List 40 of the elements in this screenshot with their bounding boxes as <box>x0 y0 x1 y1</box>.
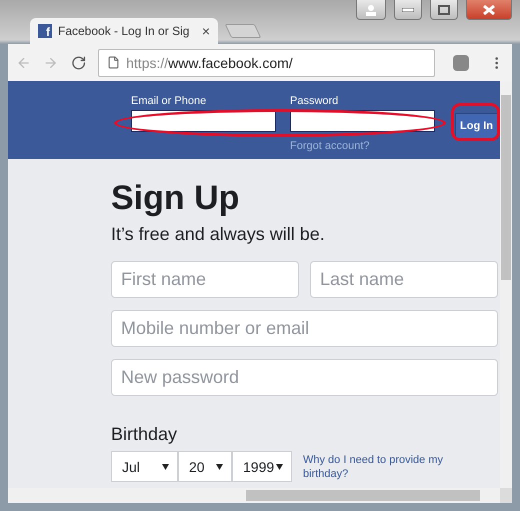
scrollbar-corner <box>500 488 512 503</box>
name-field[interactable]: Last name <box>310 261 498 298</box>
tab-close-button[interactable]: × <box>202 23 210 39</box>
caret-icon <box>276 464 283 470</box>
birthday-select[interactable]: Jul <box>111 451 178 482</box>
facebook-logo-icon: f <box>38 24 52 38</box>
horizontal-scrollbar[interactable] <box>8 488 500 503</box>
maximize-button[interactable] <box>430 0 458 20</box>
extension-icon[interactable] <box>453 54 469 70</box>
address-bar[interactable]: https://www.facebook.com/ <box>98 48 436 76</box>
minimize-button[interactable] <box>394 0 422 20</box>
tab-title: Facebook - Log In or Sig <box>58 24 190 38</box>
login-button[interactable]: Log In <box>455 113 498 139</box>
password-field[interactable]: New password <box>111 359 498 396</box>
signup-subtitle: It’s free and always will be. <box>111 224 326 245</box>
scrollbar-thumb[interactable] <box>246 490 480 501</box>
close-icon <box>483 4 495 14</box>
birthday-help-link[interactable]: Why do I need to provide my birthday? <box>303 452 473 480</box>
reload-icon[interactable] <box>70 54 86 70</box>
signup-title: Sign Up <box>111 179 240 218</box>
birthday-select[interactable]: 1999 <box>232 451 292 482</box>
birthday-label: Birthday <box>111 424 178 445</box>
page-icon <box>107 56 120 69</box>
profile-button[interactable] <box>356 0 386 20</box>
maximize-icon <box>438 4 450 14</box>
birthday-select[interactable]: 20 <box>178 451 232 482</box>
scrollbar-thumb[interactable] <box>501 95 511 280</box>
caret-icon <box>216 464 223 470</box>
url-scheme: https:// <box>126 54 168 70</box>
field-label: Password <box>290 95 338 107</box>
vertical-scrollbar[interactable] <box>500 81 512 488</box>
field-label: Email or Phone <box>131 95 206 107</box>
url-host: www.facebook.com/ <box>168 54 293 70</box>
caret-icon <box>162 464 169 470</box>
close-button[interactable] <box>466 0 512 20</box>
person-icon <box>365 4 377 16</box>
name-field[interactable]: First name <box>111 261 299 298</box>
browser-tab[interactable]: f Facebook - Log In or Sig × <box>30 18 218 44</box>
minimize-icon <box>402 8 414 12</box>
contact-field[interactable]: Mobile number or email <box>111 310 498 347</box>
